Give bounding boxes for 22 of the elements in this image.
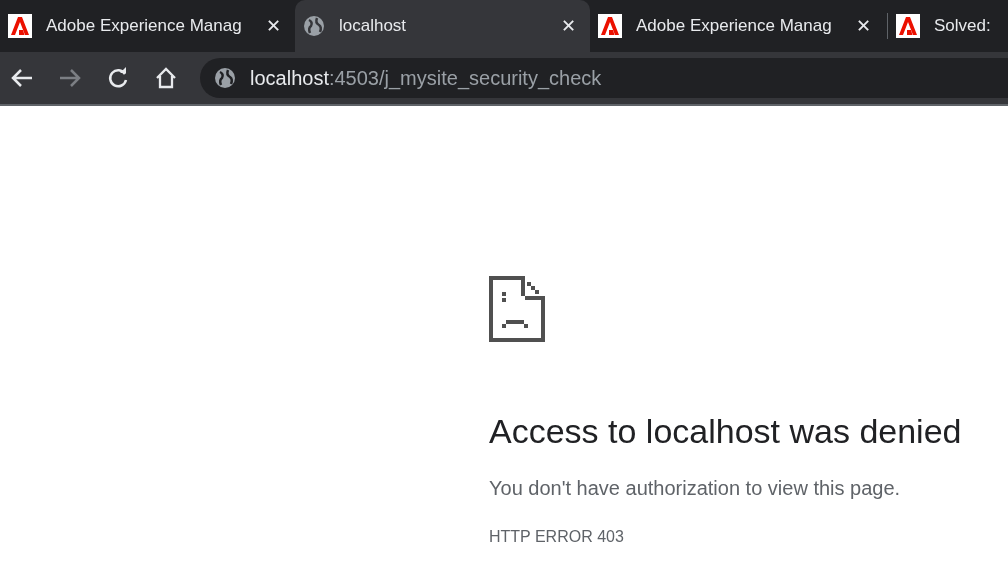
browser-tab[interactable]: Adobe Experience Manag ✕ bbox=[0, 0, 295, 52]
sad-page-icon bbox=[489, 276, 545, 342]
error-title: Access to localhost was denied bbox=[489, 412, 963, 451]
browser-tab[interactable]: localhost ✕ bbox=[295, 0, 590, 52]
close-icon[interactable]: ✕ bbox=[266, 15, 281, 37]
url-text: localhost:4503/j_mysite_security_check bbox=[250, 66, 602, 90]
address-bar[interactable]: localhost:4503/j_mysite_security_check bbox=[200, 58, 1008, 98]
logo-icon bbox=[8, 14, 32, 38]
globe-icon bbox=[214, 67, 236, 89]
globe-icon bbox=[303, 15, 325, 37]
tab-title: Adobe Experience Manag bbox=[636, 16, 833, 36]
logo-icon bbox=[598, 14, 622, 38]
browser-tab[interactable]: Adobe Experience Manag ✕ bbox=[590, 0, 885, 52]
close-icon[interactable]: ✕ bbox=[856, 15, 871, 37]
logo-icon bbox=[896, 14, 920, 38]
error-message: You don't have authorization to view this page. bbox=[489, 477, 902, 500]
close-icon[interactable]: ✕ bbox=[561, 15, 576, 37]
tab-title: localhost bbox=[339, 16, 408, 36]
tab-title: Solved: bbox=[934, 16, 992, 36]
browser-tab[interactable]: Solved: bbox=[888, 0, 1008, 52]
error-code: HTTP ERROR 403 bbox=[489, 528, 625, 546]
tab-title: Adobe Experience Manag bbox=[46, 16, 243, 36]
